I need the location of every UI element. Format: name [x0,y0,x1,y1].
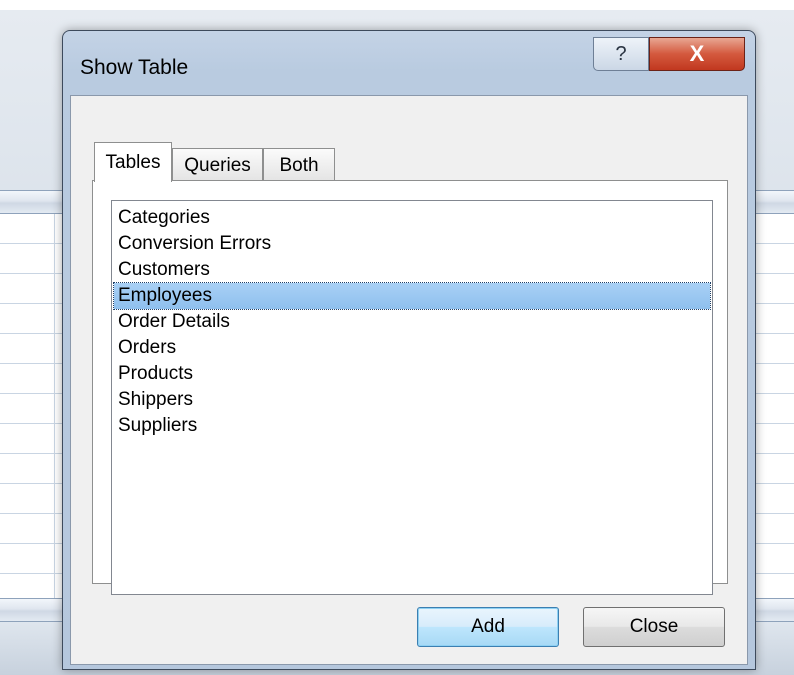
list-item[interactable]: Orders [114,335,710,361]
tables-tab-pane: Categories Conversion Errors Customers E… [92,180,728,595]
tab-label: Queries [184,154,251,176]
close-button[interactable]: Close [583,607,725,647]
list-item[interactable]: Shippers [114,387,710,413]
tab-label: Both [279,154,319,176]
tab-both[interactable]: Both [263,148,335,182]
list-item[interactable]: Conversion Errors [114,231,710,257]
table-listbox[interactable]: Categories Conversion Errors Customers E… [111,200,713,595]
list-item[interactable]: Products [114,361,710,387]
tab-queries[interactable]: Queries [172,148,263,182]
dialog-titlebar[interactable]: Show Table ? X [63,31,755,95]
tab-label: Tables [105,151,161,173]
add-button[interactable]: Add [417,607,559,647]
tab-tables[interactable]: Tables [94,142,172,182]
close-icon: X [689,41,705,66]
dialog-title: Show Table [80,56,189,79]
list-item-selected[interactable]: Employees [113,282,711,310]
list-item[interactable]: Order Details [114,309,710,335]
question-mark-icon: ? [615,42,627,65]
title-close-button[interactable]: X [649,37,745,71]
dialog-client-area: Tables Queries Both Categories Conversio… [70,95,748,665]
close-button-label: Close [629,616,679,637]
list-item[interactable]: Customers [114,257,710,283]
list-item[interactable]: Suppliers [114,413,710,439]
show-table-dialog: Show Table ? X Tables Queries Both Categ… [62,30,756,670]
add-button-label: Add [471,616,505,637]
background-grid-divider [54,214,55,598]
help-button[interactable]: ? [593,37,649,71]
list-item[interactable]: Categories [114,205,710,231]
